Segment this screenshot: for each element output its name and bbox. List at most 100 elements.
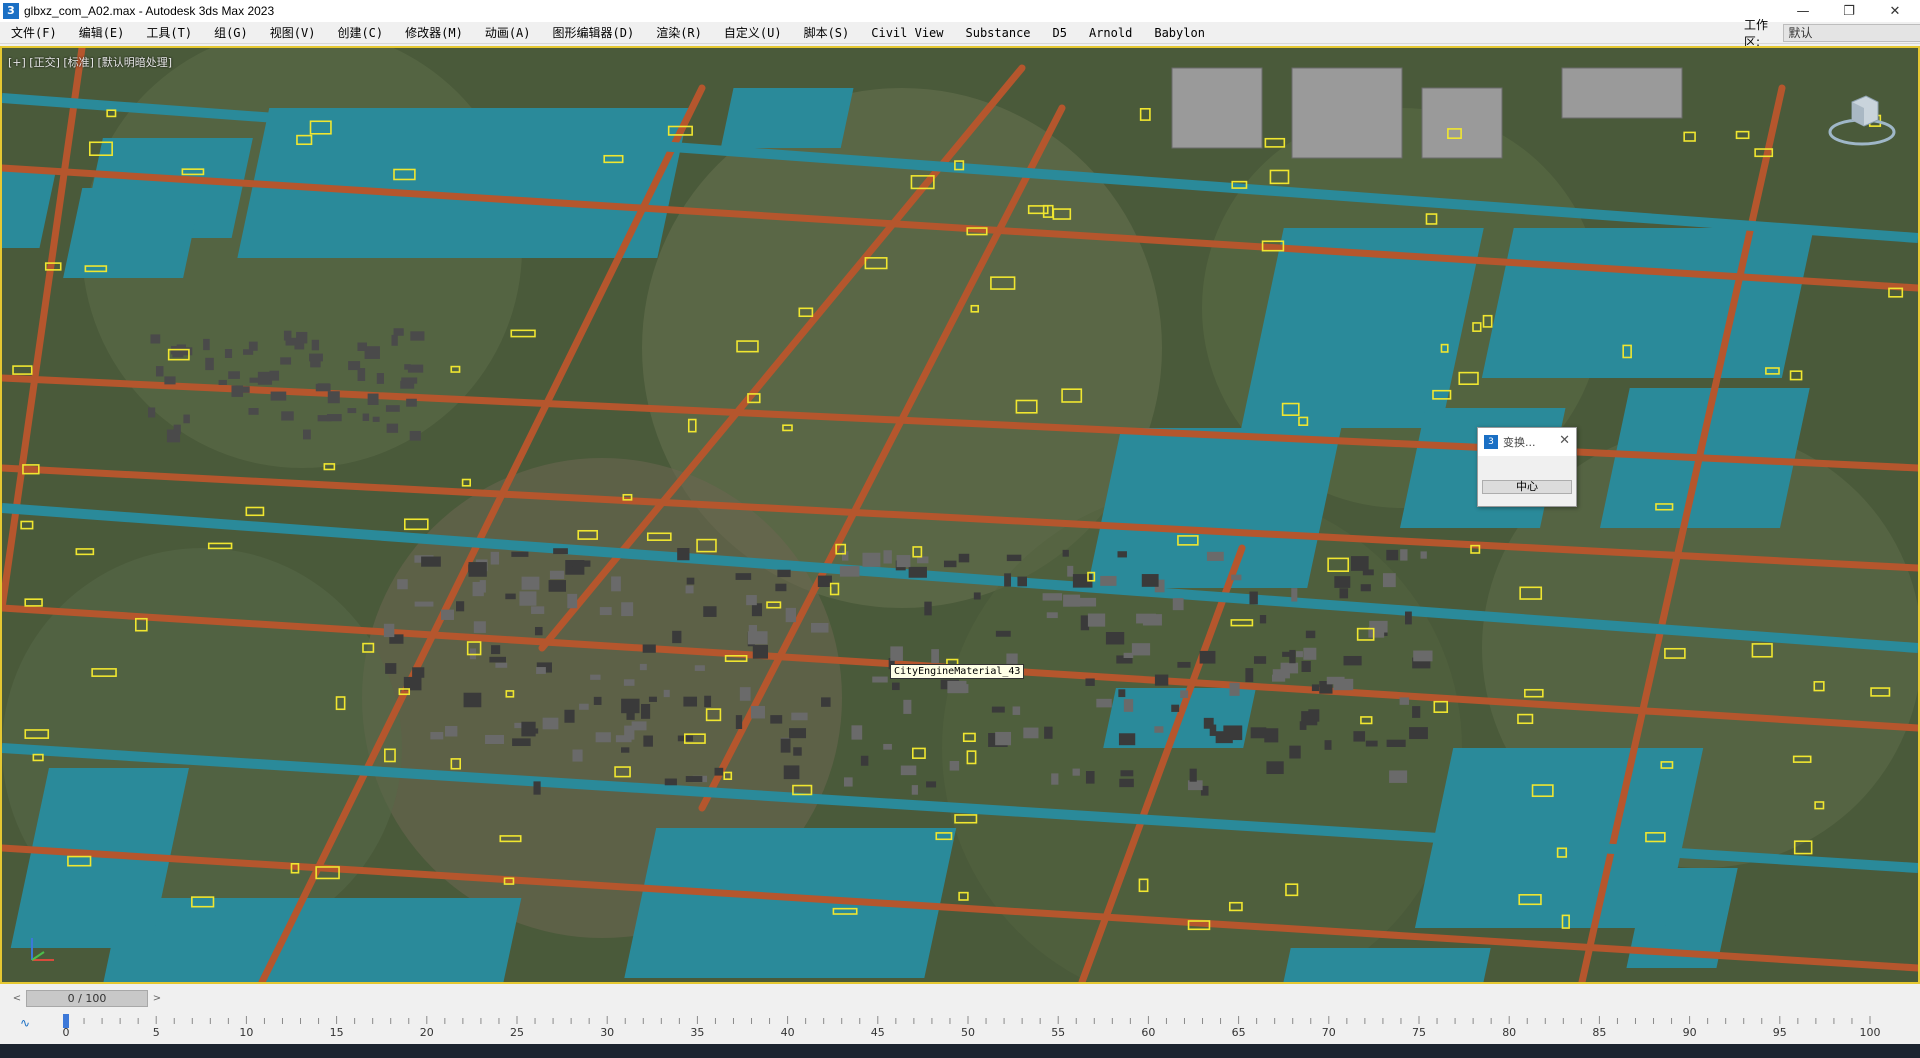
menu-item-4[interactable]: 视图(V) <box>259 22 327 44</box>
viewport-label[interactable]: [+] [正交] [标准] [默认明暗处理] <box>8 54 172 70</box>
building-141 <box>1350 556 1369 571</box>
building-84 <box>1386 739 1406 747</box>
building-128 <box>817 575 832 588</box>
prev-frame-button[interactable]: < <box>10 991 24 1007</box>
menu-item-7[interactable]: 动画(A) <box>474 22 542 44</box>
building-9 <box>1301 660 1311 672</box>
building-117 <box>1405 611 1412 625</box>
building-132 <box>1085 771 1095 784</box>
building-110 <box>463 692 482 708</box>
close-button[interactable]: ✕ <box>1872 0 1918 22</box>
water-parcel-5 <box>1481 228 1814 378</box>
building-31 <box>1006 653 1018 664</box>
building-115 <box>1131 643 1151 656</box>
menu-item-12[interactable]: Civil View <box>860 22 954 44</box>
building-20 <box>512 738 531 747</box>
building-116 <box>1400 549 1408 561</box>
building-231 <box>1249 591 1258 605</box>
building-west-44 <box>391 334 398 346</box>
building-171 <box>1326 676 1345 685</box>
building-119 <box>521 576 540 590</box>
building-109 <box>549 570 565 580</box>
building-west-36 <box>311 339 320 351</box>
ruler-label-5: 5 <box>153 1026 160 1039</box>
building-167 <box>1042 593 1063 601</box>
building-66 <box>473 621 486 633</box>
building-150 <box>1334 576 1351 588</box>
building-225 <box>468 562 487 577</box>
perspective-viewport[interactable]: [+] [正交] [标准] [默认明暗处理] CityEngineMateria… <box>0 46 1920 984</box>
building-237 <box>1096 698 1112 708</box>
next-frame-button[interactable]: > <box>150 991 164 1007</box>
building-235 <box>694 665 705 671</box>
building-162 <box>527 728 539 734</box>
menu-item-13[interactable]: Substance <box>955 22 1042 44</box>
center-button[interactable]: 中心 <box>1482 480 1572 494</box>
building-44 <box>1311 684 1320 692</box>
building-57 <box>1154 674 1169 686</box>
menu-item-0[interactable]: 文件(F) <box>0 22 68 44</box>
building-90 <box>631 721 647 731</box>
city-scene[interactable] <box>2 48 1918 982</box>
curve-editor-icon[interactable]: ∿ <box>20 1016 30 1030</box>
building-137 <box>572 749 583 762</box>
building-192 <box>883 550 892 564</box>
menu-item-9[interactable]: 渲染(R) <box>645 22 713 44</box>
building-west-28 <box>237 386 250 393</box>
building-174 <box>490 551 500 565</box>
3dsmax-app-icon[interactable]: 3 <box>3 3 19 19</box>
menu-item-2[interactable]: 工具(T) <box>135 22 203 44</box>
building-156 <box>1051 773 1059 785</box>
building-13 <box>1253 656 1267 664</box>
building-west-58 <box>183 414 190 424</box>
building-88 <box>777 569 791 578</box>
ruler-label-80: 80 <box>1502 1026 1516 1039</box>
building-26 <box>553 548 568 555</box>
building-206 <box>1120 770 1134 777</box>
ruler-label-25: 25 <box>510 1026 524 1039</box>
building-111 <box>903 699 912 714</box>
building-161 <box>621 602 634 617</box>
workspace-dropdown[interactable]: 默认 <box>1783 24 1920 42</box>
os-taskbar <box>0 1044 1920 1058</box>
dialog-close-icon[interactable]: ✕ <box>1559 433 1570 448</box>
menu-item-5[interactable]: 创建(C) <box>326 22 394 44</box>
building-77 <box>643 735 653 747</box>
menu-item-16[interactable]: Babylon <box>1143 22 1216 44</box>
minimize-button[interactable]: — <box>1780 0 1826 22</box>
dialog-header[interactable]: 3 变换... ✕ <box>1478 428 1576 456</box>
building-28 <box>851 725 863 740</box>
menu-item-6[interactable]: 修改器(M) <box>394 22 474 44</box>
building-133 <box>739 687 751 701</box>
viewcube-icon[interactable] <box>1826 82 1898 154</box>
maximize-button[interactable]: ❐ <box>1826 0 1872 22</box>
building-159 <box>1296 651 1303 658</box>
building-199 <box>641 703 651 719</box>
building-118 <box>1072 768 1080 776</box>
building-139 <box>821 697 831 707</box>
menu-item-3[interactable]: 组(G) <box>203 22 259 44</box>
menu-item-14[interactable]: D5 <box>1042 22 1078 44</box>
menu-item-11[interactable]: 脚本(S) <box>793 22 861 44</box>
menu-item-10[interactable]: 自定义(U) <box>713 22 793 44</box>
building-213 <box>611 576 621 592</box>
building-203 <box>595 732 611 743</box>
building-west-33 <box>296 331 308 344</box>
building-152 <box>924 601 932 616</box>
frame-ruler[interactable]: 0 5 10 15 20 25 30 35 40 45 50 55 60 65 70 75 80 85 90 95 10… <box>0 1012 1920 1042</box>
time-slider-thumb[interactable]: 0 / 100 <box>26 990 148 1007</box>
menu-item-8[interactable]: 图形编辑器(D) <box>542 22 646 44</box>
building-186 <box>531 606 545 614</box>
building-95 <box>896 555 911 568</box>
building-106 <box>775 583 787 592</box>
menu-item-1[interactable]: 编辑(E) <box>68 22 136 44</box>
ruler-label-95: 95 <box>1773 1026 1787 1039</box>
workspace-selector: 工作区: 默认 <box>1744 18 1920 49</box>
building-west-39 <box>410 331 425 341</box>
ruler-label-60: 60 <box>1141 1026 1155 1039</box>
trackbar[interactable]: 0 5 10 15 20 25 30 35 40 45 50 55 60 65 70 75 80 85 90 95 10… <box>0 1012 1920 1042</box>
building-236 <box>1123 652 1134 659</box>
building-195 <box>926 781 937 788</box>
menu-item-15[interactable]: Arnold <box>1078 22 1143 44</box>
building-west-42 <box>218 379 227 386</box>
